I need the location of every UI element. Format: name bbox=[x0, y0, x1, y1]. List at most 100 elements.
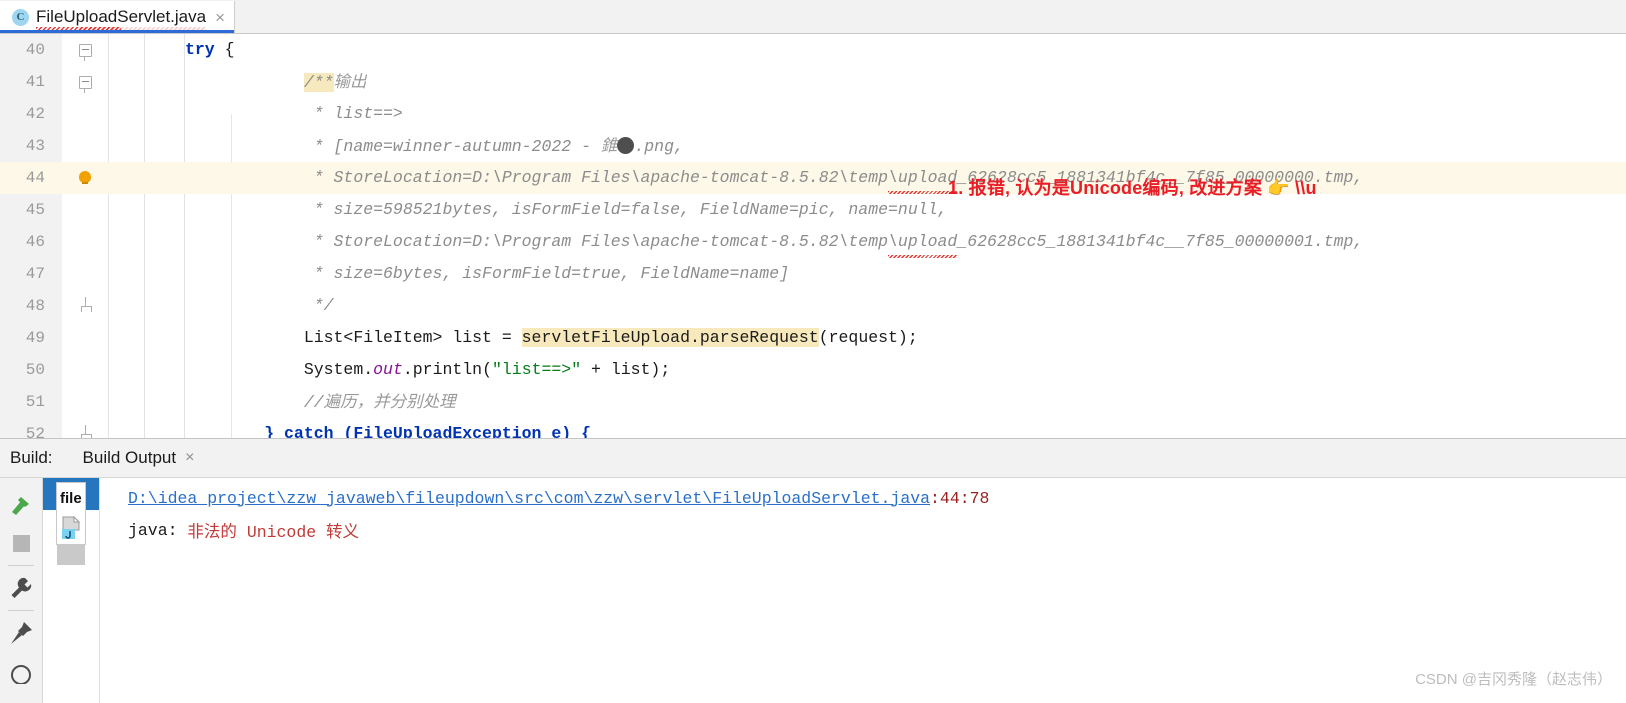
code-fragment: _62628cc5_1881341bf4c__7f85_00000001.tmp… bbox=[957, 232, 1364, 251]
line-number: 50 bbox=[0, 354, 62, 386]
error-message-text: 非法的 Unicode 转义 bbox=[187, 523, 360, 542]
pointing-hand-icon: 👉 bbox=[1267, 178, 1290, 198]
code-text: * size=598521bytes, isFormField=false, F… bbox=[185, 200, 948, 219]
build-left-toolbar bbox=[0, 478, 43, 703]
build-body: ! ! D:\idea_project\zzw_javaweb\fileupdo… bbox=[0, 478, 1626, 703]
tab-file-upload-servlet[interactable]: C FileUploadServlet.java × bbox=[0, 1, 236, 33]
line-number: 41 bbox=[0, 66, 62, 98]
keyword-try: try bbox=[185, 40, 215, 59]
error-squiggle: \upload bbox=[888, 226, 958, 258]
stop-icon[interactable] bbox=[1, 524, 41, 562]
code-text: } catch (FileUploadException e) { bbox=[185, 424, 591, 439]
code-row[interactable]: 42 * list==> bbox=[0, 98, 1626, 130]
code-fragment: * [name=winner-autumn-2022 - bbox=[185, 137, 601, 156]
close-icon[interactable]: × bbox=[213, 9, 225, 26]
redaction-dot-icon bbox=[617, 137, 635, 154]
line-number: 44 bbox=[0, 162, 62, 194]
code-fragment: List<FileItem> list = bbox=[185, 328, 522, 347]
code-text: try { bbox=[108, 34, 1626, 66]
javadoc-cjk: 输出 bbox=[333, 73, 367, 91]
red-annotation-note: 1. 报错, 认为是Unicode编码, 改进方案 👉 \\u bbox=[948, 174, 1317, 200]
code-text: /**输出 bbox=[108, 66, 1626, 98]
intention-marker[interactable] bbox=[62, 171, 108, 185]
wrench-glyph bbox=[11, 577, 32, 598]
code-fragment: // bbox=[185, 393, 324, 412]
code-text: * [name=winner-autumn-2022 - 錐 .png, bbox=[108, 130, 1626, 162]
build-tool-window: Build: Build Output × D:\idea_project\zz… bbox=[0, 438, 1626, 703]
code-row[interactable]: 45 * size=598521bytes, isFormField=false… bbox=[0, 194, 1626, 226]
code-row[interactable]: 52 } catch (FileUploadException e) { bbox=[0, 418, 1626, 439]
code-row[interactable]: 49 List<FileItem> list = servletFileUplo… bbox=[0, 322, 1626, 354]
watermark-text: CSDN @吉冈秀隆（赵志伟） bbox=[1415, 671, 1612, 688]
line-number: 43 bbox=[0, 130, 62, 162]
build-header: Build: Build Output × bbox=[0, 439, 1626, 478]
cjk-comment: 遍历，并分别处理 bbox=[323, 393, 456, 411]
code-fragment: (request); bbox=[818, 328, 918, 347]
line-number: 48 bbox=[0, 290, 62, 322]
code-fragment: .png, bbox=[634, 137, 684, 156]
code-lines: 40 try { 41 /**输出 42 * list==> 43 * [nam… bbox=[0, 34, 1626, 439]
code-editor[interactable]: 40 try { 41 /**输出 42 * list==> 43 * [nam… bbox=[0, 34, 1626, 439]
editor-tab-bar: C FileUploadServlet.java × bbox=[0, 0, 1626, 34]
help-icon[interactable] bbox=[1, 652, 41, 690]
static-field-out: out bbox=[373, 360, 403, 379]
line-number: 40 bbox=[0, 34, 62, 66]
toolbar-divider bbox=[8, 565, 34, 566]
code-row[interactable]: 48 */ bbox=[0, 290, 1626, 322]
error-location: :44:78 bbox=[930, 488, 990, 508]
code-row[interactable]: 43 * [name=winner-autumn-2022 - 錐 .png, bbox=[0, 130, 1626, 162]
code-row[interactable]: 50 System.out.println("list==>" + list); bbox=[0, 354, 1626, 386]
line-number: 51 bbox=[0, 386, 62, 418]
code-row[interactable]: 51 //遍历，并分别处理 bbox=[0, 386, 1626, 418]
error-file-link[interactable]: D:\idea_project\zzw_javaweb\fileupdown\s… bbox=[128, 489, 930, 508]
code-fragment: System. bbox=[185, 360, 374, 379]
build-tree-file-icon-cell[interactable] bbox=[56, 513, 86, 545]
build-output-tab-label: Build Output bbox=[82, 448, 177, 467]
code-fragment: + list); bbox=[581, 360, 671, 379]
code-text: * list==> bbox=[185, 104, 403, 123]
close-icon[interactable]: × bbox=[185, 449, 194, 467]
code-row-current[interactable]: 44 * StoreLocation=D:\Program Files\apac… bbox=[0, 162, 1626, 194]
tab-label: FileUploadServlet.java bbox=[36, 7, 207, 26]
error-squiggle: \upload bbox=[888, 162, 958, 194]
code-text: */ bbox=[185, 296, 334, 315]
error-source-label: java: bbox=[128, 520, 188, 540]
annotation-prefix: 1. 报错, 认为是Unicode编码, 改进方案 bbox=[948, 178, 1268, 198]
code-row[interactable]: 47 * size=6bytes, isFormField=true, Fiel… bbox=[0, 258, 1626, 290]
java-class-icon: C bbox=[12, 8, 29, 26]
build-panel-title: Build: bbox=[10, 448, 53, 467]
code-row[interactable]: 40 try { bbox=[0, 34, 1626, 66]
fold-marker[interactable] bbox=[62, 75, 108, 93]
code-text: System.out.println("list==>" + list); bbox=[108, 354, 1626, 386]
build-error-message-row: java: 非法的 Unicode 转义 bbox=[128, 514, 1626, 546]
cjk-fragment: 錐 bbox=[600, 137, 618, 155]
code-fragment: { bbox=[214, 40, 235, 59]
code-row[interactable]: 46 * StoreLocation=D:\Program Files\apac… bbox=[0, 226, 1626, 258]
wrench-settings-icon[interactable] bbox=[1, 569, 41, 607]
lightbulb-icon[interactable] bbox=[78, 171, 92, 185]
string-literal: "list==>" bbox=[491, 360, 582, 379]
build-error-link-row[interactable]: D:\idea_project\zzw_javaweb\fileupdown\s… bbox=[128, 482, 1626, 514]
tab-build-output[interactable]: Build Output × bbox=[83, 448, 195, 468]
javadoc-start: /** bbox=[303, 73, 334, 92]
code-fragment: * StoreLocation=D:\Program Files\apache-… bbox=[185, 232, 889, 251]
line-number: 49 bbox=[0, 322, 62, 354]
annotation-suffix: \\u bbox=[1289, 178, 1317, 198]
pin-glyph bbox=[11, 622, 32, 644]
help-glyph bbox=[11, 665, 31, 684]
build-tree-file-label[interactable]: file bbox=[56, 482, 86, 513]
code-row[interactable]: 41 /**输出 bbox=[0, 66, 1626, 98]
hammer-glyph bbox=[12, 497, 29, 515]
toolbar-divider bbox=[8, 610, 34, 611]
line-number: 47 bbox=[0, 258, 62, 290]
build-hammer-icon[interactable] bbox=[1, 486, 41, 524]
fold-marker-end[interactable] bbox=[62, 296, 108, 312]
code-text: List<FileItem> list = servletFileUpload.… bbox=[108, 322, 1626, 354]
code-text: * StoreLocation=D:\Program Files\apache-… bbox=[108, 162, 1626, 194]
pin-icon[interactable] bbox=[1, 614, 41, 652]
fold-marker[interactable] bbox=[62, 43, 108, 61]
line-number: 42 bbox=[0, 98, 62, 130]
line-number: 45 bbox=[0, 194, 62, 226]
build-output-console[interactable]: D:\idea_project\zzw_javaweb\fileupdown\s… bbox=[100, 478, 1626, 703]
